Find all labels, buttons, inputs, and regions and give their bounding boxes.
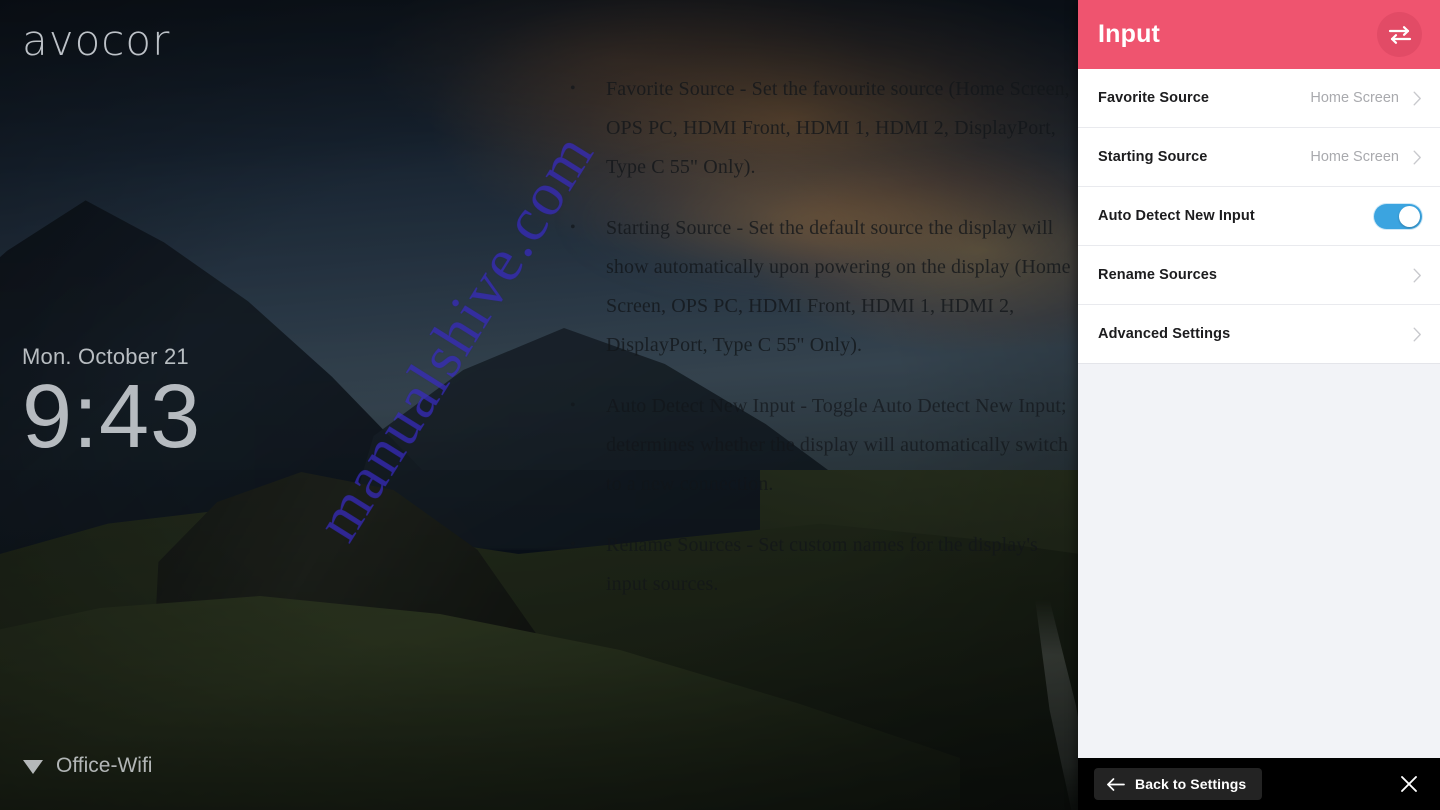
swap-horizontal-icon (1387, 24, 1413, 46)
settings-row-auto-detect-new-input[interactable]: Auto Detect New Input (1078, 187, 1440, 246)
panel-header: Input (1078, 0, 1440, 69)
back-to-settings-button[interactable]: Back to Settings (1094, 768, 1263, 800)
arrow-left-icon (1106, 777, 1125, 792)
settings-row-advanced-settings[interactable]: Advanced Settings (1078, 305, 1440, 364)
settings-list: Favorite Source Home Screen Starting Sou… (1078, 69, 1440, 364)
manual-bullet-item: Starting Source - Set the default source… (560, 208, 1080, 365)
manual-text-overlay: Favorite Source - Set the favourite sour… (560, 69, 1080, 670)
panel-empty-area (1078, 364, 1440, 758)
back-to-settings-label: Back to Settings (1135, 776, 1247, 792)
manual-bullet-list: Favorite Source - Set the favourite sour… (560, 69, 1080, 604)
row-label: Starting Source (1098, 149, 1208, 165)
row-value: Home Screen (1310, 90, 1399, 106)
wifi-icon (22, 757, 44, 775)
screen-root: Favorite Source - Set the favourite sour… (0, 0, 1440, 810)
row-label: Advanced Settings (1098, 326, 1231, 342)
close-panel-button[interactable] (1390, 765, 1428, 803)
chevron-right-icon (1413, 268, 1422, 283)
close-icon (1399, 774, 1419, 794)
lockscreen-clock: Mon. October 21 9:43 (22, 344, 201, 462)
panel-title: Input (1098, 20, 1161, 48)
row-label: Rename Sources (1098, 267, 1218, 283)
row-value: Home Screen (1310, 149, 1399, 165)
toggle-knob (1399, 205, 1420, 227)
input-settings-panel: Input Favorite Source Home Screen Starti… (1078, 0, 1440, 810)
settings-row-rename-sources[interactable]: Rename Sources (1078, 246, 1440, 305)
manual-bullet-item: Rename Sources - Set custom names for th… (560, 525, 1080, 604)
wifi-status: Office-Wifi (22, 754, 152, 778)
settings-row-favorite-source[interactable]: Favorite Source Home Screen (1078, 69, 1440, 128)
panel-footer: Back to Settings (1078, 758, 1440, 810)
settings-row-starting-source[interactable]: Starting Source Home Screen (1078, 128, 1440, 187)
chevron-right-icon (1413, 327, 1422, 342)
swap-horizontal-button[interactable] (1377, 12, 1422, 57)
avocor-logo: avocor (22, 16, 171, 65)
auto-detect-new-input-toggle[interactable] (1374, 203, 1422, 229)
row-label: Auto Detect New Input (1098, 208, 1255, 224)
row-label: Favorite Source (1098, 90, 1210, 106)
manual-bullet-item: Favorite Source - Set the favourite sour… (560, 69, 1080, 187)
manual-bullet-item: Auto Detect New Input - Toggle Auto Dete… (560, 386, 1080, 504)
chevron-right-icon (1413, 91, 1422, 106)
chevron-right-icon (1413, 150, 1422, 165)
clock-time: 9:43 (22, 367, 202, 467)
wifi-network-name: Office-Wifi (56, 754, 153, 777)
